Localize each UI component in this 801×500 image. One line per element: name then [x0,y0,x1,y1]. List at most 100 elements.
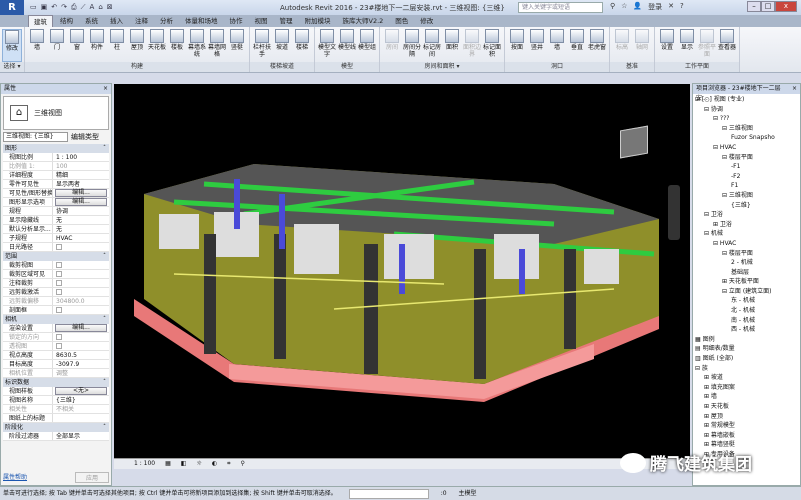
navigation-bar[interactable] [668,185,680,240]
property-value[interactable]: 1 : 100 [53,153,109,161]
property-value[interactable] [53,414,109,422]
sign-in-link[interactable]: 登录 [648,2,662,12]
user-icon[interactable]: 👤 [633,2,642,12]
browser-item[interactable]: ⊞ 填充图案 [695,383,798,393]
room-separator-button[interactable]: 房间分隔 [402,29,422,62]
property-checkbox[interactable] [56,244,62,250]
property-value[interactable]: 调整 [53,369,109,377]
property-group[interactable]: 范围 ˆ [3,252,109,261]
property-value[interactable]: -3097.9 [53,360,109,368]
property-group[interactable]: 阶段化 ˆ [3,423,109,432]
browser-item[interactable]: ▦ 图例 [695,335,798,345]
viewer-button[interactable]: 查看器 [717,29,737,62]
edit-button[interactable]: 编辑... [55,189,107,197]
measure-icon[interactable]: ⟋ [81,3,86,12]
area-boundary-button[interactable]: 面积边界 [462,29,482,62]
detail-level-icon[interactable]: ▦ [165,459,171,469]
show-button[interactable]: 显示 [677,29,697,62]
property-value[interactable]: {三维} [53,396,109,404]
browser-item[interactable]: ⊟ ??? [695,114,798,124]
close-icon[interactable]: × [103,84,108,94]
wall-opening-button[interactable]: 墙 [547,29,567,62]
tab-7[interactable]: 协作 [225,15,248,27]
minimize-button[interactable]: – [747,1,761,12]
browser-item[interactable]: -F2 [695,172,798,182]
browser-item[interactable]: 西 - 机械 [695,325,798,335]
set-button[interactable]: 设置 [657,29,677,62]
visual-style-icon[interactable]: ◧ [181,459,187,469]
property-value[interactable]: 精细 [53,171,109,179]
by-face-button[interactable]: 按面 [507,29,527,62]
browser-item[interactable]: Fuzor Snapsho [695,133,798,143]
browser-item[interactable]: 北 - 机械 [695,306,798,316]
model-line-button[interactable]: 模型线 [337,29,357,62]
browser-item[interactable]: ▤ 明细表/数量 [695,344,798,354]
property-value[interactable]: HVAC [53,234,109,242]
property-value[interactable]: 全部显示 [53,432,109,440]
help-icon[interactable]: ? [680,2,684,12]
browser-item[interactable]: ⊞ 天花板平面 [695,277,798,287]
property-group[interactable]: 相机 ˆ [3,315,109,324]
undo-icon[interactable]: ↶ [51,3,57,12]
star-icon[interactable]: ☆ [621,2,627,12]
property-value[interactable]: 无 [53,225,109,233]
property-checkbox[interactable] [56,334,62,340]
ramp-button[interactable]: 坡道 [272,29,292,62]
property-checkbox[interactable] [56,280,62,286]
browser-item[interactable]: ⊟ 族 [695,364,798,374]
tag-area-button[interactable]: 标记面积 [482,29,502,62]
edit-button[interactable]: <无> [55,387,107,395]
window-button[interactable]: 窗 [67,29,87,62]
stair-button[interactable]: 楼梯 [292,29,312,62]
room-button[interactable]: 房间 [382,29,402,62]
browser-item[interactable]: ⊟ HVAC [695,143,798,153]
workset-combo[interactable] [348,489,429,499]
tab-4[interactable]: 注释 [130,15,153,27]
column-button[interactable]: 柱 [107,29,127,62]
browser-item[interactable]: ⊟ [○] 视图 (专业) [695,95,798,105]
property-value[interactable]: 8630.5 [53,351,109,359]
help-search-input[interactable]: 键入关键字或短语 [518,2,603,13]
browser-item[interactable]: 东 - 机械 [695,296,798,306]
property-value[interactable]: 304800.0 [53,297,109,305]
browser-item[interactable]: ⊞ 墙 [695,392,798,402]
property-checkbox[interactable] [56,271,62,277]
area-button[interactable]: 面积 [442,29,462,62]
mullion-button[interactable]: 竖梃 [227,29,247,62]
edit-type-button[interactable]: 编辑类型 [71,132,99,142]
model-text-button[interactable]: 模型文字 [317,29,337,62]
property-value[interactable]: 无 [53,216,109,224]
railing-button[interactable]: 栏杆扶手 [252,29,272,62]
redo-icon[interactable]: ↷ [61,3,67,12]
save-icon[interactable]: ▣ [41,3,48,12]
tab-6[interactable]: 体量和场地 [180,15,223,27]
open-icon[interactable]: ▭ [30,3,37,12]
binoculars-icon[interactable]: ⚲ [610,2,615,12]
collapse-icon[interactable]: ˆ [103,315,106,324]
browser-item[interactable]: ⊟ 楼层平面 [695,249,798,259]
dormer-button[interactable]: 老虎窗 [587,29,607,62]
tab-1[interactable]: 结构 [55,15,78,27]
browser-item[interactable]: ⊟ HVAC [695,239,798,249]
tab-13[interactable]: 修改 [415,15,438,27]
tag-room-button[interactable]: 标记房间 [422,29,442,62]
browser-item[interactable]: ⊞ 常规模型 [695,421,798,431]
browser-item[interactable]: F1 [695,181,798,191]
tab-11[interactable]: 族库大师V2.2 [338,15,389,27]
browser-item[interactable]: ⊟ 楼层平面 [695,153,798,163]
hide-isolate-icon[interactable]: ⚲ [240,459,244,469]
property-value[interactable]: 100 [53,162,109,170]
property-checkbox[interactable] [56,289,62,295]
exchange-icon[interactable]: ✕ [668,2,674,12]
roof-button[interactable]: 屋顶 [127,29,147,62]
property-checkbox[interactable] [56,343,62,349]
curtain-system-button[interactable]: 幕墙系统 [187,29,207,62]
floor-button[interactable]: 楼板 [167,29,187,62]
type-selector[interactable]: ⌂ 三维视图 [3,96,109,130]
tab-10[interactable]: 附加模块 [300,15,336,27]
ref-plane-button[interactable]: 参照平面 [697,29,717,62]
viewcube[interactable] [620,125,648,159]
browser-item[interactable]: ⊞ 幕墙竖梃 [695,440,798,450]
collapse-icon[interactable]: ˆ [103,378,106,387]
ceiling-button[interactable]: 天花板 [147,29,167,62]
